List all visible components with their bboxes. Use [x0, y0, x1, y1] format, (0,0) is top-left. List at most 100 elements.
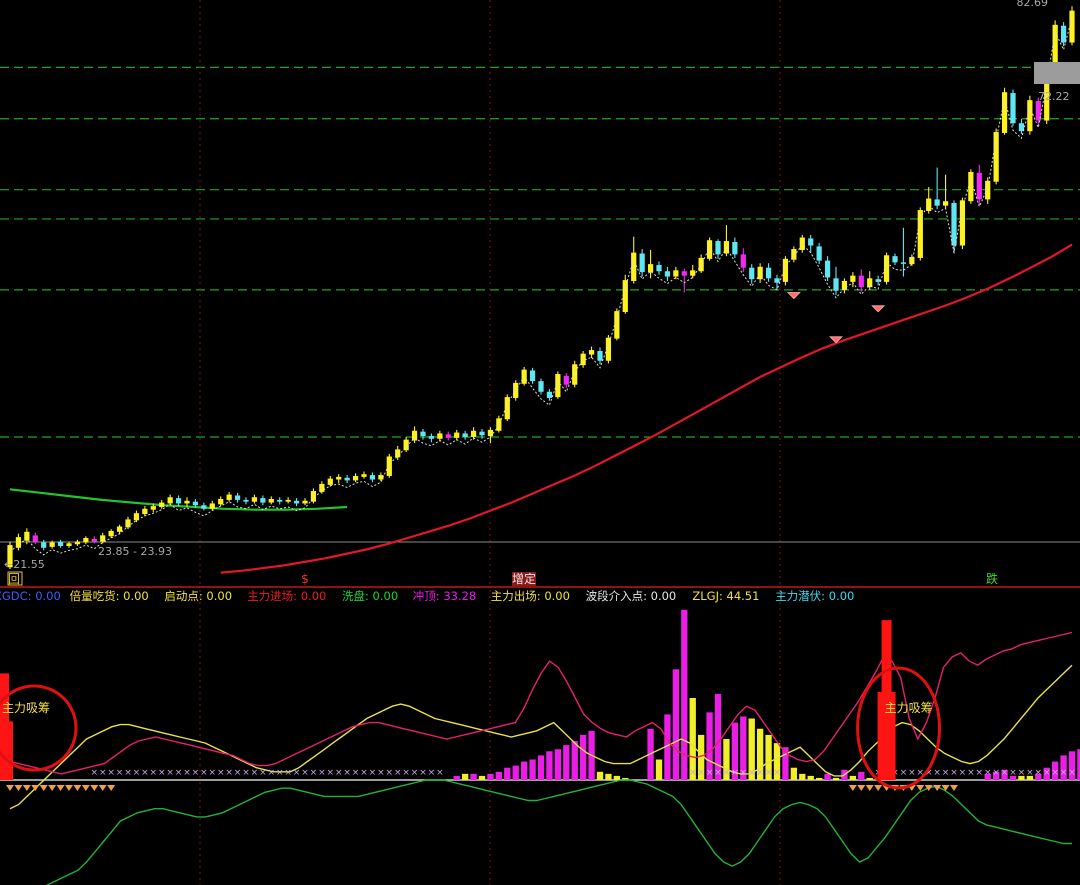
candle-body [765, 267, 772, 279]
x-marker: × [377, 768, 385, 778]
price-label-top: 82.69 [1017, 0, 1049, 9]
axis-marker: $ [301, 572, 309, 586]
legend-item: 波段介入点: 0.00 [586, 589, 677, 603]
indicator-bar [596, 771, 604, 780]
candle-body [850, 275, 856, 282]
gem-marker-icon [786, 292, 801, 300]
signal-diamond-icon [857, 785, 866, 791]
indicator-bar [571, 741, 578, 780]
indicator-bar [487, 773, 494, 780]
candle-body [260, 498, 266, 503]
candle-body [411, 430, 418, 441]
signal-diamond-icon [31, 785, 40, 791]
candle-body [454, 432, 460, 438]
candle-body [369, 475, 376, 480]
indicator-bar [866, 777, 873, 780]
signal-diamond-icon [848, 785, 857, 791]
candle-body [664, 271, 671, 277]
x-marker: × [411, 768, 419, 778]
candle-body [614, 311, 620, 339]
x-marker: × [1009, 768, 1017, 778]
candle-body [900, 262, 907, 264]
candle-body [336, 476, 342, 480]
candle-body [732, 241, 738, 255]
indicator-bar [529, 759, 536, 780]
candle-body [395, 449, 401, 458]
stock-chart: 82.69 72.22 ←21.55 23.85 - 23.93 回 $ 增定 跌 XGDC:… [0, 0, 1080, 885]
indicator-bar [849, 775, 857, 780]
x-marker: × [689, 768, 697, 778]
ma-red-line [220, 243, 1073, 574]
indicator-bar [461, 773, 469, 780]
x-marker: × [284, 768, 292, 778]
candle-body [319, 483, 325, 492]
x-marker: × [756, 768, 764, 778]
signal-diamond-icon [865, 785, 874, 791]
indicator-bar [824, 773, 831, 780]
x-marker: × [731, 768, 739, 778]
legend-item: XGDC: 0.00 [0, 589, 61, 603]
x-marker: × [933, 768, 941, 778]
candle-body [841, 280, 848, 290]
candle-body [428, 436, 435, 439]
candle-body [159, 502, 165, 507]
candle-body [538, 381, 544, 392]
candle-body [226, 494, 232, 500]
candle-body [420, 431, 426, 437]
x-marker: × [402, 768, 410, 778]
indicator-bar [579, 734, 587, 780]
candle-body [479, 431, 485, 436]
indicator-bar [815, 777, 823, 780]
indicator-green-line [45, 779, 1072, 885]
x-marker: × [1043, 768, 1051, 778]
indicator-bar [832, 777, 840, 780]
candle-body [184, 500, 190, 504]
candle-body [563, 375, 569, 385]
x-marker: × [773, 768, 781, 778]
x-marker: × [335, 768, 343, 778]
candle-body [100, 535, 106, 542]
candle-body [681, 271, 687, 276]
x-marker: × [1060, 768, 1068, 778]
candle-body [243, 499, 249, 502]
candle-body [142, 508, 148, 515]
indicator-bar [512, 765, 519, 780]
price-label-low: ←21.55 [4, 558, 45, 571]
signal-diamond-icon [56, 785, 65, 791]
candle-body [49, 542, 55, 547]
signal-diamond-icon [924, 785, 933, 791]
candle-body [934, 199, 940, 206]
x-marker: × [124, 768, 132, 778]
candle-body [41, 542, 47, 548]
candle-body [302, 500, 308, 504]
indicator-bar [655, 759, 663, 780]
x-marker: × [950, 768, 958, 778]
candle-body [715, 241, 721, 255]
x-marker: × [99, 768, 107, 778]
axis-marker: 增定 [512, 571, 536, 586]
candle-body [437, 433, 443, 439]
x-marker: × [259, 768, 267, 778]
candle-body [470, 430, 477, 437]
candle-body [487, 429, 494, 437]
x-marker: × [908, 768, 916, 778]
candle-body [167, 497, 173, 504]
candle-body [749, 267, 755, 280]
candle-body [833, 278, 839, 291]
candle-body [588, 350, 595, 355]
candle-body [462, 433, 468, 437]
legend-item: ZLGJ: 44.51 [692, 589, 759, 603]
indicator-bar [613, 775, 621, 780]
candle-body [293, 500, 300, 504]
indicator-panel: XGDC: 0.00 倍量吃货: 0.00 启动点: 0.00 主力进场: 0.00 洗… [0, 589, 1080, 885]
candle-body [993, 132, 999, 182]
legend-item: 洗盘: 0.00 [342, 589, 398, 603]
x-marker: × [192, 768, 200, 778]
indicator-bar [546, 751, 553, 780]
x-marker: × [765, 768, 773, 778]
indicator-bar [453, 775, 460, 780]
candle-body [622, 280, 628, 312]
candle-body [639, 253, 645, 273]
indicator-bar [858, 771, 865, 780]
candle-body [824, 260, 831, 278]
